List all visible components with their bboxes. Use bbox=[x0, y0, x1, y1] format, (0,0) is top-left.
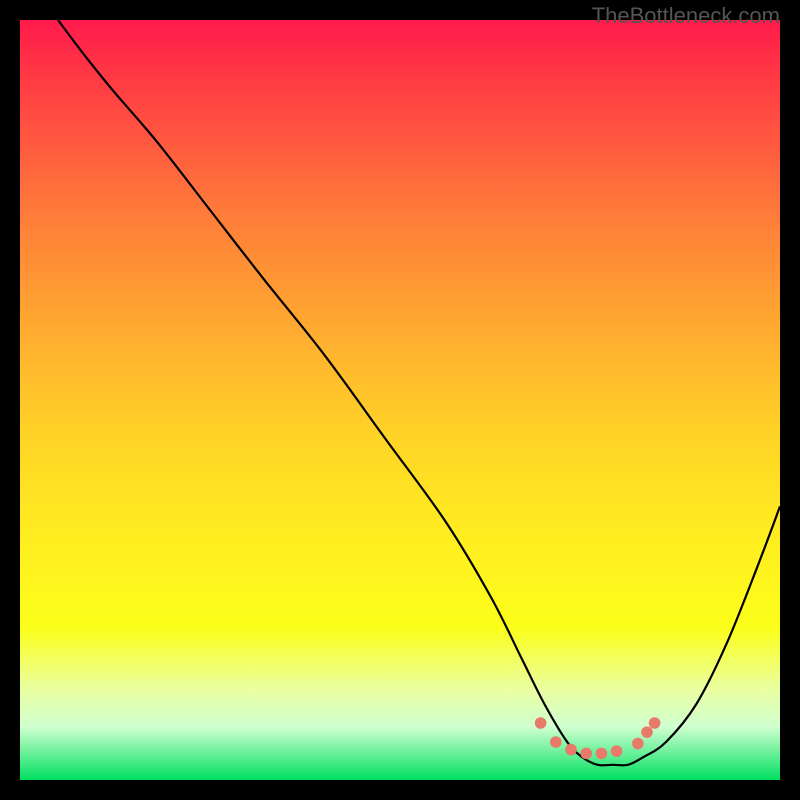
marker-dot bbox=[565, 744, 577, 756]
marker-dot bbox=[632, 738, 644, 750]
watermark-text: TheBottleneck.com bbox=[592, 3, 780, 29]
marker-dot bbox=[580, 748, 592, 760]
plot-area bbox=[20, 20, 780, 780]
marker-dot bbox=[611, 745, 623, 757]
marker-dot bbox=[550, 736, 562, 748]
marker-dot bbox=[641, 726, 653, 738]
marker-dot bbox=[596, 748, 608, 760]
bottleneck-curve bbox=[58, 20, 780, 765]
data-markers bbox=[535, 717, 661, 759]
chart-svg bbox=[20, 20, 780, 780]
marker-dot bbox=[649, 717, 661, 729]
marker-dot bbox=[535, 717, 547, 729]
